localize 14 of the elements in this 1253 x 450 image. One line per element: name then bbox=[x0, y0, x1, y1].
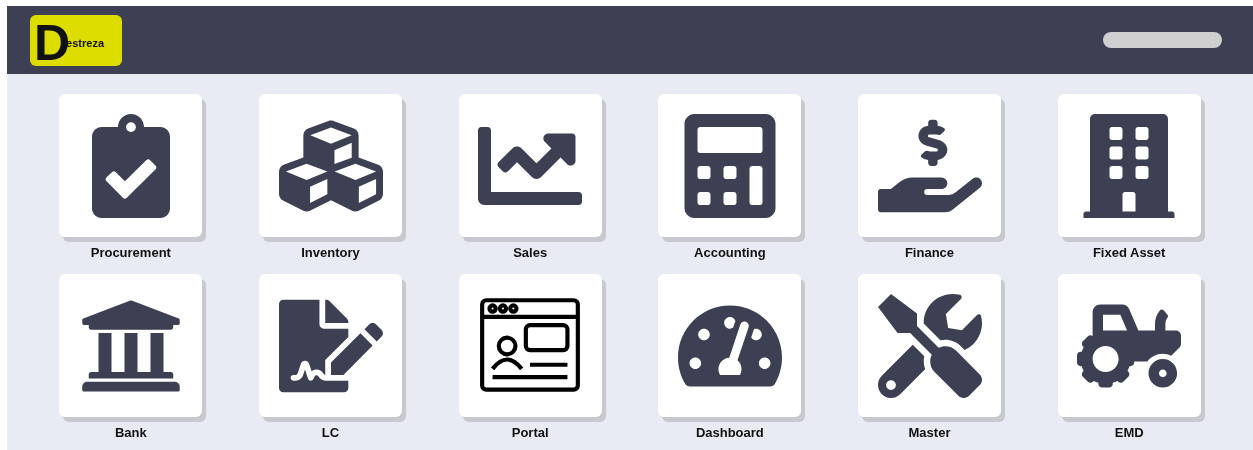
module-label: Accounting bbox=[694, 245, 766, 261]
module-label: Finance bbox=[904, 245, 955, 261]
tools-icon bbox=[877, 293, 982, 398]
module-label: Sales bbox=[513, 245, 548, 261]
module-label: Procurement bbox=[90, 245, 171, 261]
profile-bar[interactable] bbox=[1103, 32, 1222, 48]
module-label: Master bbox=[908, 425, 951, 441]
module-label: EMD bbox=[1114, 425, 1144, 441]
module-label: Bank bbox=[114, 425, 147, 441]
module-label: Fixed Asset bbox=[1092, 245, 1166, 261]
module-label: Dashboard bbox=[695, 425, 764, 441]
module-label: Portal bbox=[511, 425, 549, 441]
module-label: Inventory bbox=[301, 245, 360, 261]
module-label: LC bbox=[321, 425, 340, 441]
